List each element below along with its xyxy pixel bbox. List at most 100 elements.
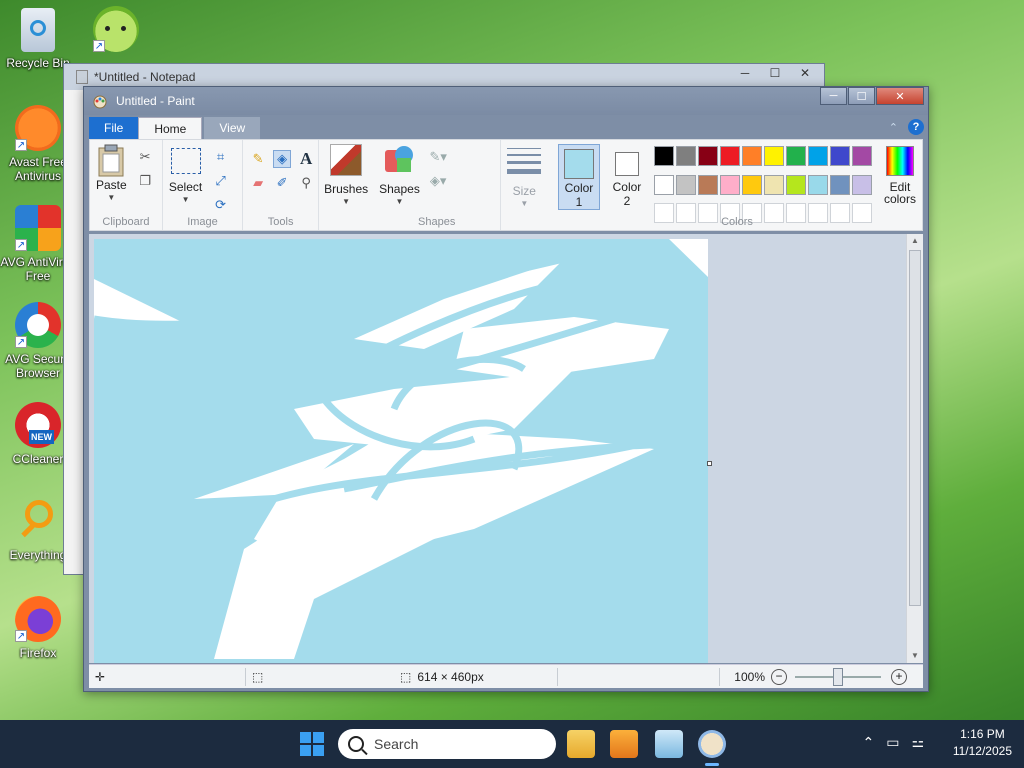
zoom-out-icon[interactable]: −: [771, 668, 787, 685]
paste-button[interactable]: Paste ▼: [96, 144, 127, 202]
paint-app-icon: [93, 95, 107, 109]
minimize-icon[interactable]: ─: [730, 64, 760, 82]
resize-icon[interactable]: ⤢: [212, 172, 230, 190]
edit-colors-label-2: colors: [883, 192, 916, 206]
eraser-icon[interactable]: ▰: [249, 174, 267, 192]
palette-swatch[interactable]: [719, 146, 740, 166]
shapes-group-label: Shapes: [418, 216, 456, 228]
paint-titlebar[interactable]: Untitled - Paint ─ ☐ ✕: [84, 87, 928, 115]
brushes-button[interactable]: Brushes ▼: [324, 144, 368, 206]
shapes-button[interactable]: Shapes ▼: [379, 144, 420, 206]
magnifier-icon[interactable]: ⚲: [297, 174, 315, 192]
zoom-slider-thumb[interactable]: [833, 667, 843, 686]
palette-swatch[interactable]: [675, 174, 696, 195]
chevron-down-icon: ▼: [520, 199, 529, 208]
avg-icon: ↗: [15, 205, 61, 251]
paint-taskbar-icon[interactable]: [698, 730, 726, 758]
paint-window[interactable]: Untitled - Paint ─ ☐ ✕ File Home View ⌃ …: [83, 86, 929, 692]
tab-file[interactable]: File: [89, 117, 139, 139]
brush-icon: [330, 144, 363, 176]
color2-button[interactable]: Color 2: [606, 144, 648, 210]
minimize-icon: ─: [829, 90, 838, 102]
paste-label: Paste: [96, 178, 127, 192]
start-button[interactable]: [300, 732, 324, 756]
maximize-button[interactable]: ☐: [848, 87, 875, 105]
color-picker-icon[interactable]: ✐: [273, 174, 291, 192]
chevron-up-icon[interactable]: ⌃: [862, 734, 874, 751]
palette-swatch[interactable]: [807, 146, 828, 166]
palette-swatch[interactable]: [763, 146, 784, 166]
brushes-group: Brushes ▼: [319, 140, 373, 230]
palette-swatch[interactable]: [697, 174, 718, 195]
tab-view[interactable]: View: [204, 117, 261, 139]
palette-swatch[interactable]: [719, 174, 740, 195]
palette-swatch[interactable]: [807, 174, 828, 195]
chevron-down-icon: ▼: [395, 197, 404, 206]
palette-swatch[interactable]: [697, 146, 718, 166]
palette-swatch[interactable]: [829, 146, 850, 166]
help-icon[interactable]: ?: [908, 119, 924, 135]
desktop-icon-firefox[interactable]: ↗ Firefox: [0, 596, 76, 660]
palette-swatch[interactable]: [763, 174, 784, 195]
display-icon[interactable]: ▭: [886, 734, 899, 751]
palette-swatch[interactable]: [829, 174, 850, 195]
palette-swatch[interactable]: [851, 146, 872, 166]
shortcut-arrow-icon: ↗: [15, 336, 27, 348]
palette-swatch[interactable]: [785, 146, 806, 166]
active-app-indicator: [705, 763, 719, 766]
text-icon[interactable]: A: [297, 149, 315, 168]
clock-date: 11/12/2025: [952, 744, 1012, 758]
palette-swatch[interactable]: [653, 174, 674, 195]
palette-swatch[interactable]: [653, 146, 674, 166]
palette-swatch[interactable]: [851, 174, 872, 195]
palette-swatch[interactable]: [785, 174, 806, 195]
crop-icon[interactable]: ⌗: [212, 148, 230, 166]
network-icon[interactable]: ⚍: [911, 734, 924, 751]
rotate-icon[interactable]: ⟳: [212, 196, 230, 214]
media-player-icon[interactable]: [610, 730, 638, 758]
desktop-icon-label: Firefox: [19, 646, 57, 660]
minimize-button[interactable]: ─: [820, 87, 847, 105]
palette-swatch[interactable]: [675, 146, 696, 166]
notepad-taskbar-icon[interactable]: [655, 730, 683, 758]
collapse-ribbon-icon[interactable]: ⌃: [889, 121, 898, 134]
new-badge: NEW: [29, 430, 54, 444]
scroll-up-icon[interactable]: ▲: [907, 234, 923, 248]
canvas-resize-handle[interactable]: [707, 461, 712, 466]
zoom-in-icon[interactable]: +: [891, 668, 907, 685]
cut-icon[interactable]: ✂: [136, 148, 154, 166]
vertical-scrollbar[interactable]: ▲ ▼: [906, 234, 923, 663]
size-button[interactable]: Size ▼: [507, 144, 542, 208]
maximize-icon[interactable]: ☐: [760, 64, 790, 82]
scrollbar-thumb[interactable]: [909, 250, 921, 606]
ribbon: Paste ▼ ✂ ❐ Clipboard Select ▼ ⌗ ⤢ ⟳ Ima…: [89, 139, 923, 231]
fill-icon[interactable]: ◈: [273, 150, 292, 168]
zoom-slider[interactable]: [795, 667, 881, 686]
image-group: Select ▼ ⌗ ⤢ ⟳ Image: [163, 140, 244, 230]
drawing-canvas[interactable]: [94, 239, 708, 663]
scroll-down-icon[interactable]: ▼: [907, 649, 923, 663]
canvas-area[interactable]: [89, 234, 906, 663]
color2-swatch: [614, 152, 639, 176]
close-button[interactable]: ✕: [876, 87, 924, 105]
tab-home[interactable]: Home: [138, 117, 203, 139]
copy-icon[interactable]: ❐: [136, 172, 154, 190]
color1-button[interactable]: Color 1: [557, 144, 600, 210]
desktop-icon-recycle-bin[interactable]: Recycle Bin: [0, 8, 76, 70]
shortcut-arrow-icon: ↗: [93, 40, 105, 52]
palette-swatch[interactable]: [741, 174, 762, 195]
clock[interactable]: 1:16 PM 11/12/2025: [953, 726, 1012, 760]
outline-icon[interactable]: ✎▾: [429, 148, 447, 166]
color2-number: 2: [623, 194, 631, 208]
pencil-icon[interactable]: ✎: [249, 150, 267, 168]
shape-fill-icon[interactable]: ◈▾: [429, 172, 447, 190]
file-explorer-icon[interactable]: [567, 730, 595, 758]
recycle-bin-icon: [21, 8, 55, 52]
size-icon: [507, 148, 542, 174]
desktop-icon-lime-app[interactable]: ↗: [78, 6, 154, 56]
palette-swatch[interactable]: [741, 146, 762, 166]
colors-group-label: Colors: [721, 216, 753, 228]
taskbar-search[interactable]: Search: [338, 729, 556, 759]
select-button[interactable]: Select ▼: [169, 144, 202, 204]
close-icon[interactable]: ✕: [790, 64, 820, 82]
